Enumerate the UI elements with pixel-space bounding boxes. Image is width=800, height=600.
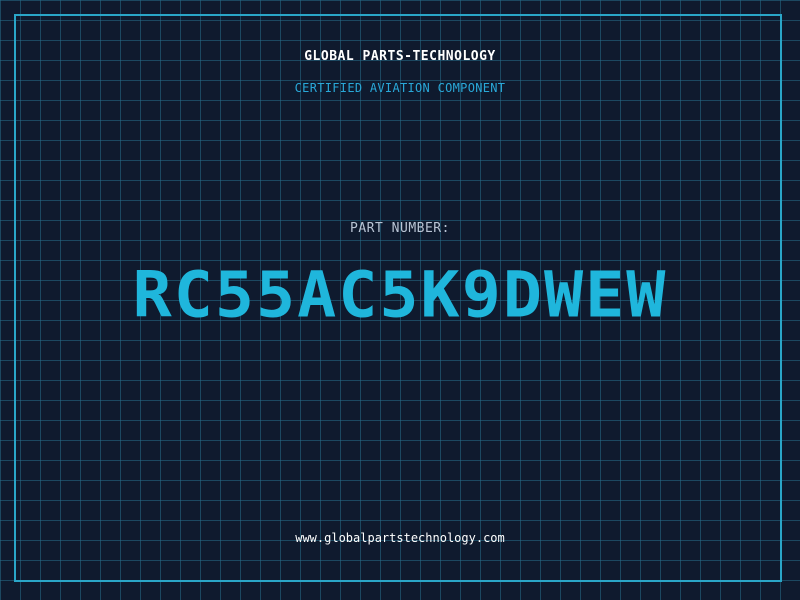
part-number-label: PART NUMBER: [350,221,450,236]
part-number-value: RC55AC5K9DWEW [132,258,668,333]
company-name: GLOBAL PARTS-TECHNOLOGY [304,49,496,64]
website-url: www.globalpartstechnology.com [295,531,505,545]
certification-subtitle: CERTIFIED AVIATION COMPONENT [294,81,506,95]
grid-canvas: GLOBAL PARTS-TECHNOLOGY CERTIFIED AVIATI… [0,0,800,600]
